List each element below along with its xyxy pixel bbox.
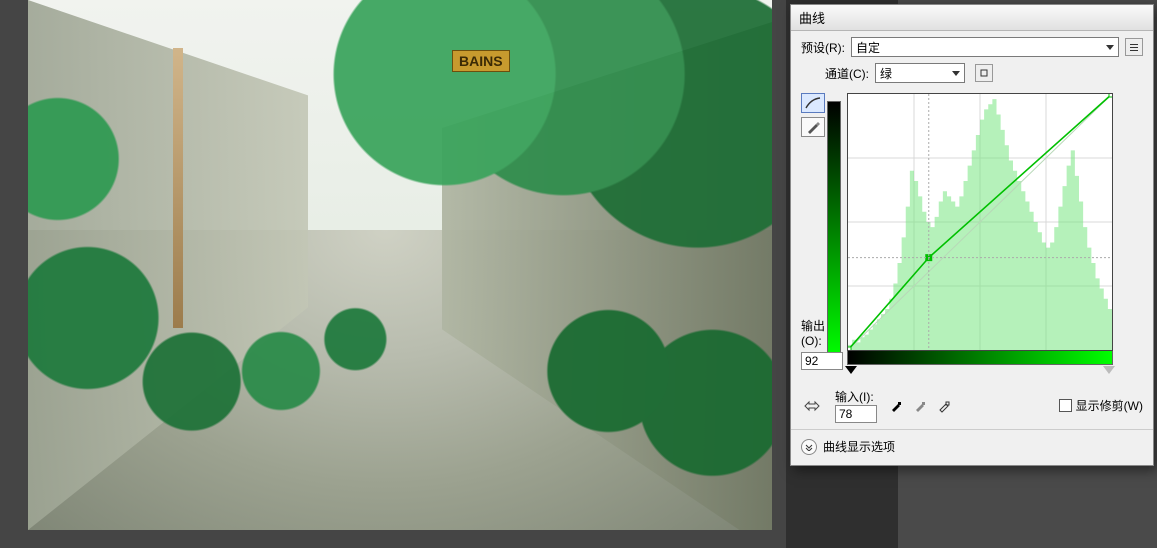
display-options-expander[interactable]: 曲线显示选项 bbox=[791, 429, 1153, 465]
preset-value: 自定 bbox=[856, 39, 880, 56]
chevron-down-icon bbox=[952, 71, 960, 76]
canvas-workspace[interactable]: BAINS bbox=[0, 0, 786, 548]
white-point-slider[interactable] bbox=[1103, 366, 1115, 374]
hand-target-tool[interactable] bbox=[801, 396, 825, 416]
eyedropper-group bbox=[887, 397, 953, 415]
output-value-input[interactable] bbox=[801, 352, 843, 370]
curves-dialog: 曲线 预设(R): 自定 通道(C): 绿 bbox=[790, 4, 1154, 466]
white-eyedropper-icon[interactable] bbox=[935, 397, 953, 415]
preset-row: 预设(R): 自定 bbox=[791, 31, 1153, 63]
input-value-input[interactable] bbox=[835, 405, 877, 423]
chevron-down-icon bbox=[1106, 45, 1114, 50]
image-sign-text: BAINS bbox=[452, 50, 510, 72]
preset-menu-button[interactable] bbox=[1125, 38, 1143, 56]
channel-label: 通道(C): bbox=[825, 65, 869, 82]
channel-value: 绿 bbox=[880, 65, 892, 82]
black-eyedropper-icon[interactable] bbox=[887, 397, 905, 415]
preset-select[interactable]: 自定 bbox=[851, 37, 1119, 57]
show-clipping-checkbox[interactable]: 显示修剪(W) bbox=[1059, 397, 1143, 414]
curve-pencil-tool[interactable] bbox=[801, 117, 825, 137]
auto-button[interactable] bbox=[975, 64, 993, 82]
gray-eyedropper-icon[interactable] bbox=[911, 397, 929, 415]
dialog-titlebar[interactable]: 曲线 bbox=[791, 5, 1153, 31]
document-image[interactable]: BAINS bbox=[28, 0, 772, 530]
checkbox-icon bbox=[1059, 399, 1072, 412]
curve-point-tool[interactable] bbox=[801, 93, 825, 113]
channel-select[interactable]: 绿 bbox=[875, 63, 965, 83]
curve-graph-wrap bbox=[847, 93, 1113, 365]
output-label: 输出(O): bbox=[801, 317, 837, 348]
input-row-container: 输入(I): 显示修剪(W) bbox=[791, 380, 1153, 429]
output-row: 输出(O): bbox=[791, 313, 847, 374]
curve-graph[interactable] bbox=[847, 93, 1113, 351]
channel-row: 通道(C): 绿 bbox=[791, 63, 1153, 89]
input-label: 输入(I): bbox=[835, 388, 877, 405]
display-options-label: 曲线显示选项 bbox=[823, 438, 895, 455]
dialog-title: 曲线 bbox=[799, 8, 825, 27]
input-gradient bbox=[847, 351, 1113, 365]
show-clipping-label: 显示修剪(W) bbox=[1076, 397, 1143, 414]
expand-chevron-icon bbox=[801, 439, 817, 455]
preset-label: 预设(R): bbox=[801, 39, 845, 56]
image-foliage bbox=[28, 0, 772, 530]
